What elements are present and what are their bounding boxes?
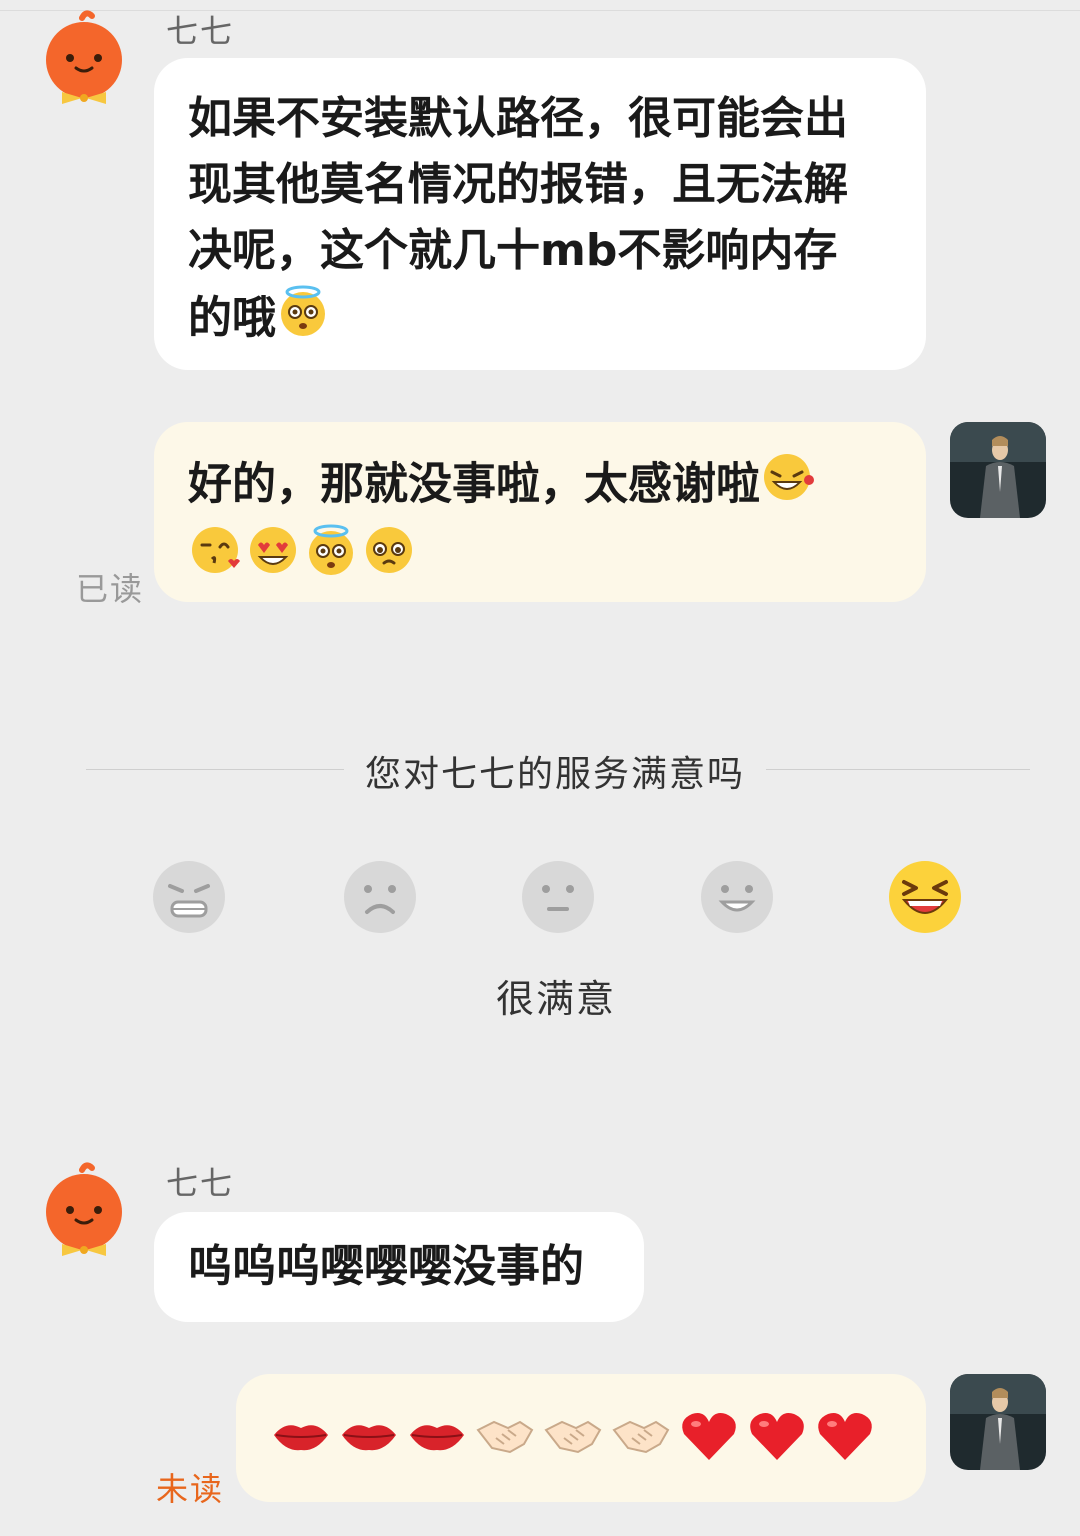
top-divider bbox=[0, 10, 1080, 11]
message-line: 决呢，这个就几十mb不影响内存 bbox=[188, 225, 838, 276]
lips-emoji bbox=[270, 1404, 332, 1485]
message-line: 如果不安装默认路径，很可能会出 bbox=[188, 93, 848, 144]
rating-neutral-icon[interactable] bbox=[521, 860, 595, 934]
rating-smile-icon[interactable] bbox=[700, 860, 774, 934]
red-heart-emoji bbox=[746, 1404, 808, 1485]
survey-title: 您对七七的服务满意吗 bbox=[364, 754, 745, 795]
user-avatar[interactable] bbox=[950, 422, 1046, 518]
message-line-last: 的哦 bbox=[188, 284, 892, 357]
message-bubble[interactable]: 好的，那就没事啦，太感谢啦 bbox=[154, 422, 926, 602]
rating-laughing-icon[interactable] bbox=[888, 860, 962, 934]
message-text: 好的，那就没事啦，太感谢啦 bbox=[188, 458, 760, 510]
lips-emoji bbox=[338, 1404, 400, 1485]
handshake-emoji bbox=[474, 1404, 536, 1485]
message-line: 的哦 bbox=[188, 292, 276, 344]
handshake-emoji bbox=[542, 1404, 604, 1485]
sender-name: 七七 bbox=[166, 12, 235, 50]
starstruck-halo-face-emoji bbox=[304, 523, 358, 596]
kissing-heart-face-emoji bbox=[188, 523, 242, 596]
handshake-emoji bbox=[610, 1404, 672, 1485]
laughing-tear-face-emoji bbox=[760, 450, 816, 523]
emoji-row bbox=[270, 1404, 892, 1485]
rating-selected-label: 很满意 bbox=[495, 977, 616, 1021]
bot-avatar[interactable] bbox=[42, 1162, 126, 1258]
pleading-face-emoji bbox=[362, 523, 416, 596]
read-status: 已读 bbox=[76, 570, 145, 608]
sender-name: 七七 bbox=[166, 1164, 235, 1202]
message-bubble[interactable]: 呜呜呜嘤嘤嘤没事的 bbox=[154, 1212, 644, 1322]
heart-eyes-face-emoji bbox=[246, 523, 300, 596]
message-text: 呜呜呜嘤嘤嘤没事的 bbox=[188, 1241, 584, 1292]
rating-frown-icon[interactable] bbox=[343, 860, 417, 934]
emoji-row bbox=[188, 523, 892, 596]
unread-status: 未读 bbox=[156, 1470, 225, 1508]
starstruck-halo-face-emoji bbox=[276, 284, 330, 357]
message-bubble[interactable] bbox=[236, 1374, 926, 1502]
lips-emoji bbox=[406, 1404, 468, 1485]
user-avatar[interactable] bbox=[950, 1374, 1046, 1470]
message-line-first: 好的，那就没事啦，太感谢啦 bbox=[188, 450, 892, 523]
red-heart-emoji bbox=[678, 1404, 740, 1485]
message-bubble[interactable]: 如果不安装默认路径，很可能会出 现其他莫名情况的报错，且无法解 决呢，这个就几十… bbox=[154, 58, 926, 370]
red-heart-emoji bbox=[814, 1404, 876, 1485]
message-line: 现其他莫名情况的报错，且无法解 bbox=[188, 159, 848, 210]
bot-avatar[interactable] bbox=[42, 10, 126, 106]
rating-angry-icon[interactable] bbox=[152, 860, 226, 934]
